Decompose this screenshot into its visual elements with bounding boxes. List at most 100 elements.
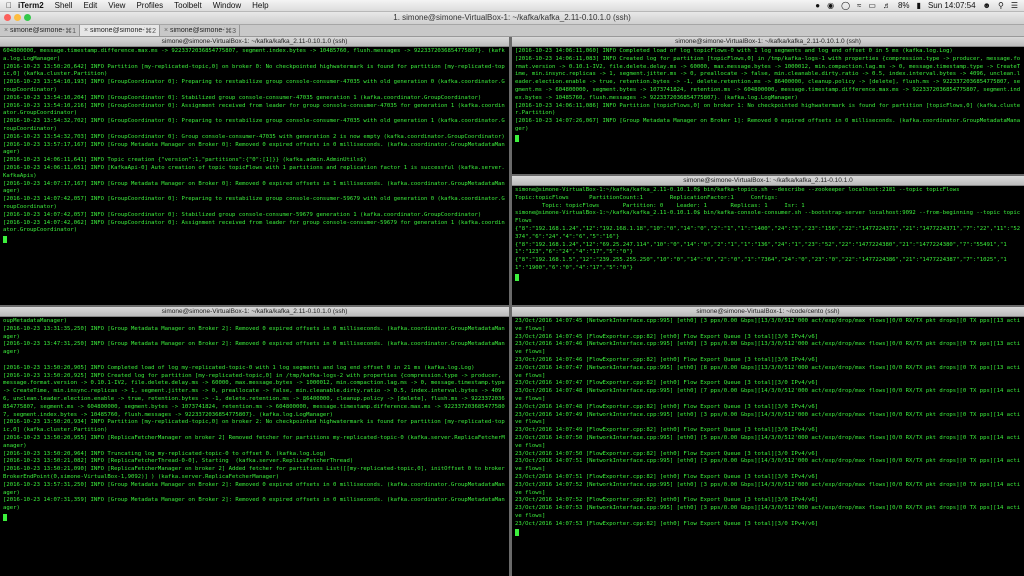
terminal-line: oupMetadataManager) xyxy=(3,318,67,324)
volume-icon[interactable]: ♬ xyxy=(883,1,891,10)
list-icon[interactable]: ☰ xyxy=(1011,1,1018,10)
menu-iterm2[interactable]: iTerm2 xyxy=(18,1,44,10)
circle-icon[interactable]: ◯ xyxy=(841,1,850,10)
battery-percent[interactable]: 8% xyxy=(898,1,910,10)
tab-label: simone@simone-Virt... xyxy=(90,27,145,34)
terminal-line: [2016-10-23 13:31:35,250] INFO [Group Me… xyxy=(3,325,505,340)
lock-icon[interactable]: ● xyxy=(815,1,820,10)
terminal-line: [2016-10-23 14:06:11,651] INFO [KafkaApi… xyxy=(3,164,505,179)
terminal-line: Topic:topicFlows PartitionCount:1 Replic… xyxy=(515,194,778,201)
tab-1[interactable]: × simone@simone-... ⌘1 xyxy=(0,25,80,36)
menu-view[interactable]: View xyxy=(108,1,125,10)
clock[interactable]: Sun 14:07:54 xyxy=(928,1,976,10)
terminal-output[interactable]: [2016-10-23 14:06:11,060] INFO Completed… xyxy=(512,47,1024,142)
terminal-line: 23/Oct/2016 14:07:51 [NetworkInterface.c… xyxy=(515,458,1021,473)
terminal-line: [2016-10-23 13:54:32,702] INFO [GroupCoo… xyxy=(3,118,505,132)
pane-header: simone@simone-VirtualBox-1: ~/code/cento… xyxy=(512,307,1024,317)
menu-help[interactable]: Help xyxy=(252,1,268,10)
terminal-line: [2016-10-23 13:50:20,955] INFO [ReplicaF… xyxy=(3,434,505,449)
tab-shortcut: ⌘3 xyxy=(225,27,236,35)
terminal-line: [2016-10-23 13:57:31,250] INFO [Group Me… xyxy=(3,481,505,496)
window-title-bar[interactable]: 1. simone@simone-VirtualBox-1: ~/kafka/k… xyxy=(0,12,1024,25)
terminal-pane-mid-right[interactable]: simone@simone-VirtualBox-1: ~/kafka/kafk… xyxy=(512,176,1024,305)
terminal-line: 23/Oct/2016 14:07:45 [NetworkInterface.c… xyxy=(515,318,1021,332)
battery-icon[interactable]: ▮ xyxy=(917,1,921,10)
menu-profiles[interactable]: Profiles xyxy=(136,1,163,10)
user-icon[interactable]: ☻ xyxy=(983,1,991,10)
terminal-line: [2016-10-23 13:50:20,642] INFO Partition… xyxy=(3,63,505,78)
menu-window[interactable]: Window xyxy=(213,1,241,10)
horizontal-split-divider[interactable] xyxy=(0,305,1024,307)
close-tab-icon[interactable]: × xyxy=(82,27,90,34)
terminal-pane-top-left[interactable]: simone@simone-VirtualBox-1: ~/kafka/kafk… xyxy=(0,37,509,305)
terminal-output[interactable]: 23/Oct/2016 14:07:45 [NetworkInterface.c… xyxy=(512,317,1024,537)
terminal-line: 23/Oct/2016 14:07:53 [NetworkInterface.c… xyxy=(515,505,1021,519)
terminal-line: 23/Oct/2016 14:07:49 [NetworkInterface.c… xyxy=(515,411,1021,426)
terminal-line: [2016-10-23 14:06:11,641] INFO Topic cre… xyxy=(3,157,367,164)
horizontal-split-divider-right[interactable] xyxy=(512,174,1024,176)
terminal-line: 23/Oct/2016 14:07:51 [FlowExporter.cpp:8… xyxy=(515,473,819,480)
search-icon[interactable]: ⚲ xyxy=(998,1,1004,10)
tab-3[interactable]: × simone@simone-Virtu... ⌘3 xyxy=(160,25,240,36)
terminal-line: 23/Oct/2016 14:07:50 [FlowExporter.cpp:8… xyxy=(515,450,819,457)
terminal-line: [2016-10-23 13:54:32,703] INFO [GroupCoo… xyxy=(3,133,505,140)
tab-label: simone@simone-Virtu... xyxy=(170,27,225,34)
display-icon[interactable]: ▭ xyxy=(868,1,876,10)
terminal-line: simone@simone-VirtualBox-1:~/kafka/kafka… xyxy=(515,210,1021,225)
terminal-line: 23/Oct/2016 14:07:46 [NetworkInterface.c… xyxy=(515,341,1021,356)
terminal-line: 23/Oct/2016 14:07:47 [FlowExporter.cpp:8… xyxy=(515,380,819,387)
pane-header: simone@simone-VirtualBox-1: ~/kafka/kafk… xyxy=(512,176,1024,186)
eye-icon[interactable]: ◉ xyxy=(827,1,834,10)
menu-shell[interactable]: Shell xyxy=(55,1,73,10)
terminal-cursor xyxy=(3,235,7,243)
terminal-pane-bottom-right[interactable]: simone@simone-VirtualBox-1: ~/code/cento… xyxy=(512,307,1024,576)
menu-toolbelt[interactable]: Toolbelt xyxy=(174,1,202,10)
menu-bar:  iTerm2 Shell Edit View Profiles Toolbe… xyxy=(0,0,1024,12)
tab-label: simone@simone-... xyxy=(10,27,66,34)
terminal-line: [2016-10-23 13:54:10,216] INFO [GroupCoo… xyxy=(3,102,505,117)
terminal-line: 23/Oct/2016 14:07:45 [FlowExporter.cpp:8… xyxy=(515,333,819,340)
terminal-line: Topic: topicFlows Partition: 0 Leader: 1… xyxy=(515,202,805,209)
terminal-cursor xyxy=(515,529,519,537)
terminal-cursor xyxy=(515,134,519,142)
tab-2[interactable]: × simone@simone-Virt... ⌘2 xyxy=(80,25,160,36)
terminal-line: [2016-10-23 13:54:10,204] INFO [GroupCoo… xyxy=(3,94,482,101)
terminal-output[interactable]: oupMetadataManager) [2016-10-23 13:31:35,… xyxy=(0,317,509,521)
terminal-line: 23/Oct/2016 14:07:53 [FlowExporter.cpp:8… xyxy=(515,520,819,527)
terminal-line: [2016-10-23 14:07:42,057] INFO [GroupCoo… xyxy=(3,211,482,218)
terminal-line: [2016-10-23 13:50:20,925] INFO Created l… xyxy=(3,372,509,418)
tab-shortcut: ⌘1 xyxy=(65,27,76,35)
terminal-line: 604800000, message.timestamp.difference.… xyxy=(3,48,505,62)
terminal-line: [2016-10-23 13:50:20,905] INFO Completed… xyxy=(3,364,475,371)
tab-shortcut: ⌘2 xyxy=(145,27,156,35)
menu-edit[interactable]: Edit xyxy=(83,1,97,10)
terminal-line: [2016-10-23 13:47:31,250] INFO [Group Me… xyxy=(3,341,505,356)
terminal-output[interactable]: simone@simone-VirtualBox-1:~/kafka/kafka… xyxy=(512,186,1024,281)
apple-icon[interactable]:  xyxy=(0,1,18,10)
terminal-line: [2016-10-23 13:50:20,934] INFO Partition… xyxy=(3,419,505,434)
terminal-pane-top-right[interactable]: simone@simone-VirtualBox-1: ~/kafka/kafk… xyxy=(512,37,1024,174)
terminal-output[interactable]: 604800000, message.timestamp.difference.… xyxy=(0,47,509,243)
terminal-line: 23/Oct/2016 14:07:50 [NetworkInterface.c… xyxy=(515,434,1021,449)
terminal-line: {"8":"192.168.1.24","12":"192.168.1.18",… xyxy=(515,225,1021,240)
pane-header: simone@simone-VirtualBox-1: ~/kafka/kafk… xyxy=(0,307,509,317)
terminal-cursor xyxy=(3,513,7,521)
terminal-line: 23/Oct/2016 14:07:52 [NetworkInterface.c… xyxy=(515,481,1021,496)
tab-bar: × simone@simone-... ⌘1 × simone@simone-V… xyxy=(0,25,1024,37)
terminal-line: [2016-10-23 14:07:42,057] INFO [GroupCoo… xyxy=(3,196,505,210)
terminal-line: 23/Oct/2016 14:07:46 [FlowExporter.cpp:8… xyxy=(515,356,819,363)
pane-header: simone@simone-VirtualBox-1: ~/kafka/kafk… xyxy=(0,37,509,47)
terminal-cursor xyxy=(515,273,519,281)
terminal-pane-bottom-left[interactable]: simone@simone-VirtualBox-1: ~/kafka/kafk… xyxy=(0,307,509,576)
terminal-line: [2016-10-23 13:50:20,964] INFO Truncatin… xyxy=(3,450,327,457)
terminal-line: 23/Oct/2016 14:07:49 [FlowExporter.cpp:8… xyxy=(515,427,819,434)
terminal-line: 23/Oct/2016 14:07:47 [NetworkInterface.c… xyxy=(515,364,1021,379)
close-tab-icon[interactable]: × xyxy=(162,27,170,34)
terminal-line: simone@simone-VirtualBox-1:~/kafka/kafka… xyxy=(515,187,960,193)
close-tab-icon[interactable]: × xyxy=(2,27,10,34)
pane-header: simone@simone-VirtualBox-1: ~/kafka/kafk… xyxy=(512,37,1024,47)
terminal-line: [2016-10-23 14:06:11,086] INFO Partition… xyxy=(515,102,1021,117)
wifi-icon[interactable]: ≈ xyxy=(857,1,861,10)
terminal-line: [2016-10-23 14:06:11,060] INFO Completed… xyxy=(515,48,953,54)
